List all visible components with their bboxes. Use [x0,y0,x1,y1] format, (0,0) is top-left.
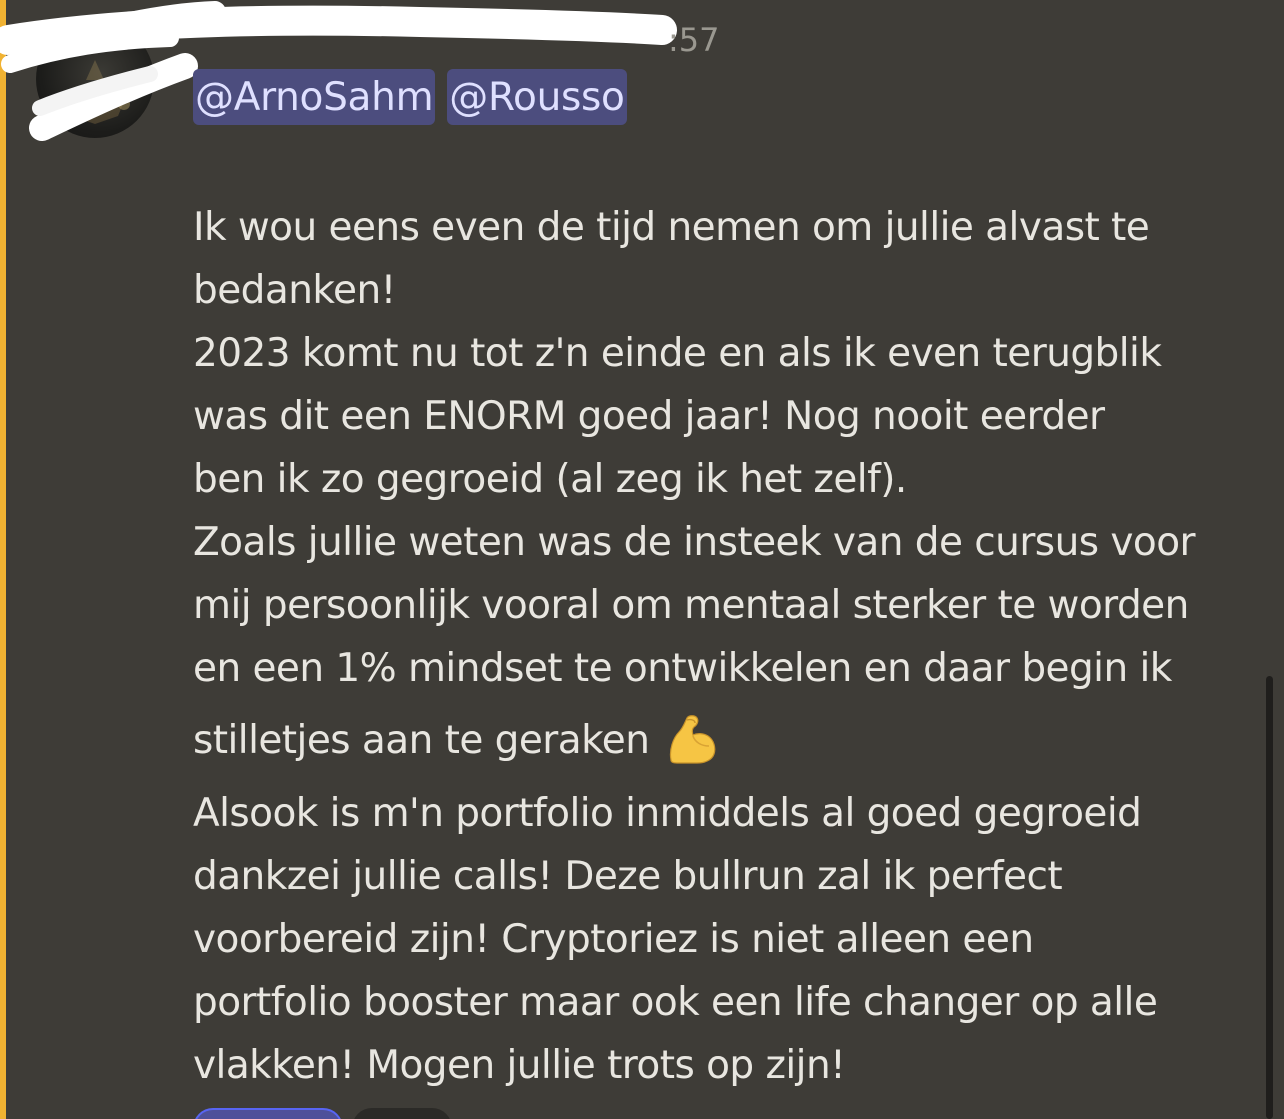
message-content: Ik wou eens even de tijd nemen om jullie… [193,196,1263,1097]
message-line: Zoals jullie weten was de insteek van de… [193,520,1196,565]
mention-rousso[interactable]: @Rousso [447,69,627,125]
message-line: bedanken! [193,268,396,313]
message-line: ben ik zo gegroeid (al zeg ik het zelf). [193,457,907,502]
message-line: voorbereid zijn! Cryptoriez is niet alle… [193,917,1034,962]
message-line: stilletjes aan te geraken [193,718,650,763]
message-timestamp: :57 [668,21,720,59]
mentions-row: @ArnoSahm @Rousso [193,69,627,127]
mention-arnosahm[interactable]: @ArnoSahm [193,69,436,125]
reaction-button[interactable] [193,1108,343,1119]
message-line: Ik wou eens even de tijd nemen om jullie… [193,205,1150,250]
message-line: mij persoonlijk vooral om mentaal sterke… [193,583,1189,628]
scrollbar[interactable] [1266,676,1273,1119]
message-line: Alsook is m'n portfolio inmiddels al goe… [193,791,1142,836]
message-line: vlakken! Mogen jullie trots op zijn! [193,1043,846,1088]
flexed-biceps-icon [670,714,716,764]
mention-highlight-bar [0,0,6,1119]
message-line: portfolio booster maar ook een life chan… [193,980,1158,1025]
reaction-button[interactable] [352,1108,452,1119]
message-line: was dit een ENORM goed jaar! Nog nooit e… [193,394,1105,439]
message-line: en een 1% mindset te ontwikkelen en daar… [193,646,1172,691]
message-line: dankzei jullie calls! Deze bullrun zal i… [193,854,1063,899]
chat-message: :57 @ArnoSahm @Rousso Ik wou eens even d… [0,0,1284,1119]
message-line: 2023 komt nu tot z'n einde en als ik eve… [193,331,1162,376]
message-line-with-emoji: stilletjes aan te geraken [193,700,1263,782]
